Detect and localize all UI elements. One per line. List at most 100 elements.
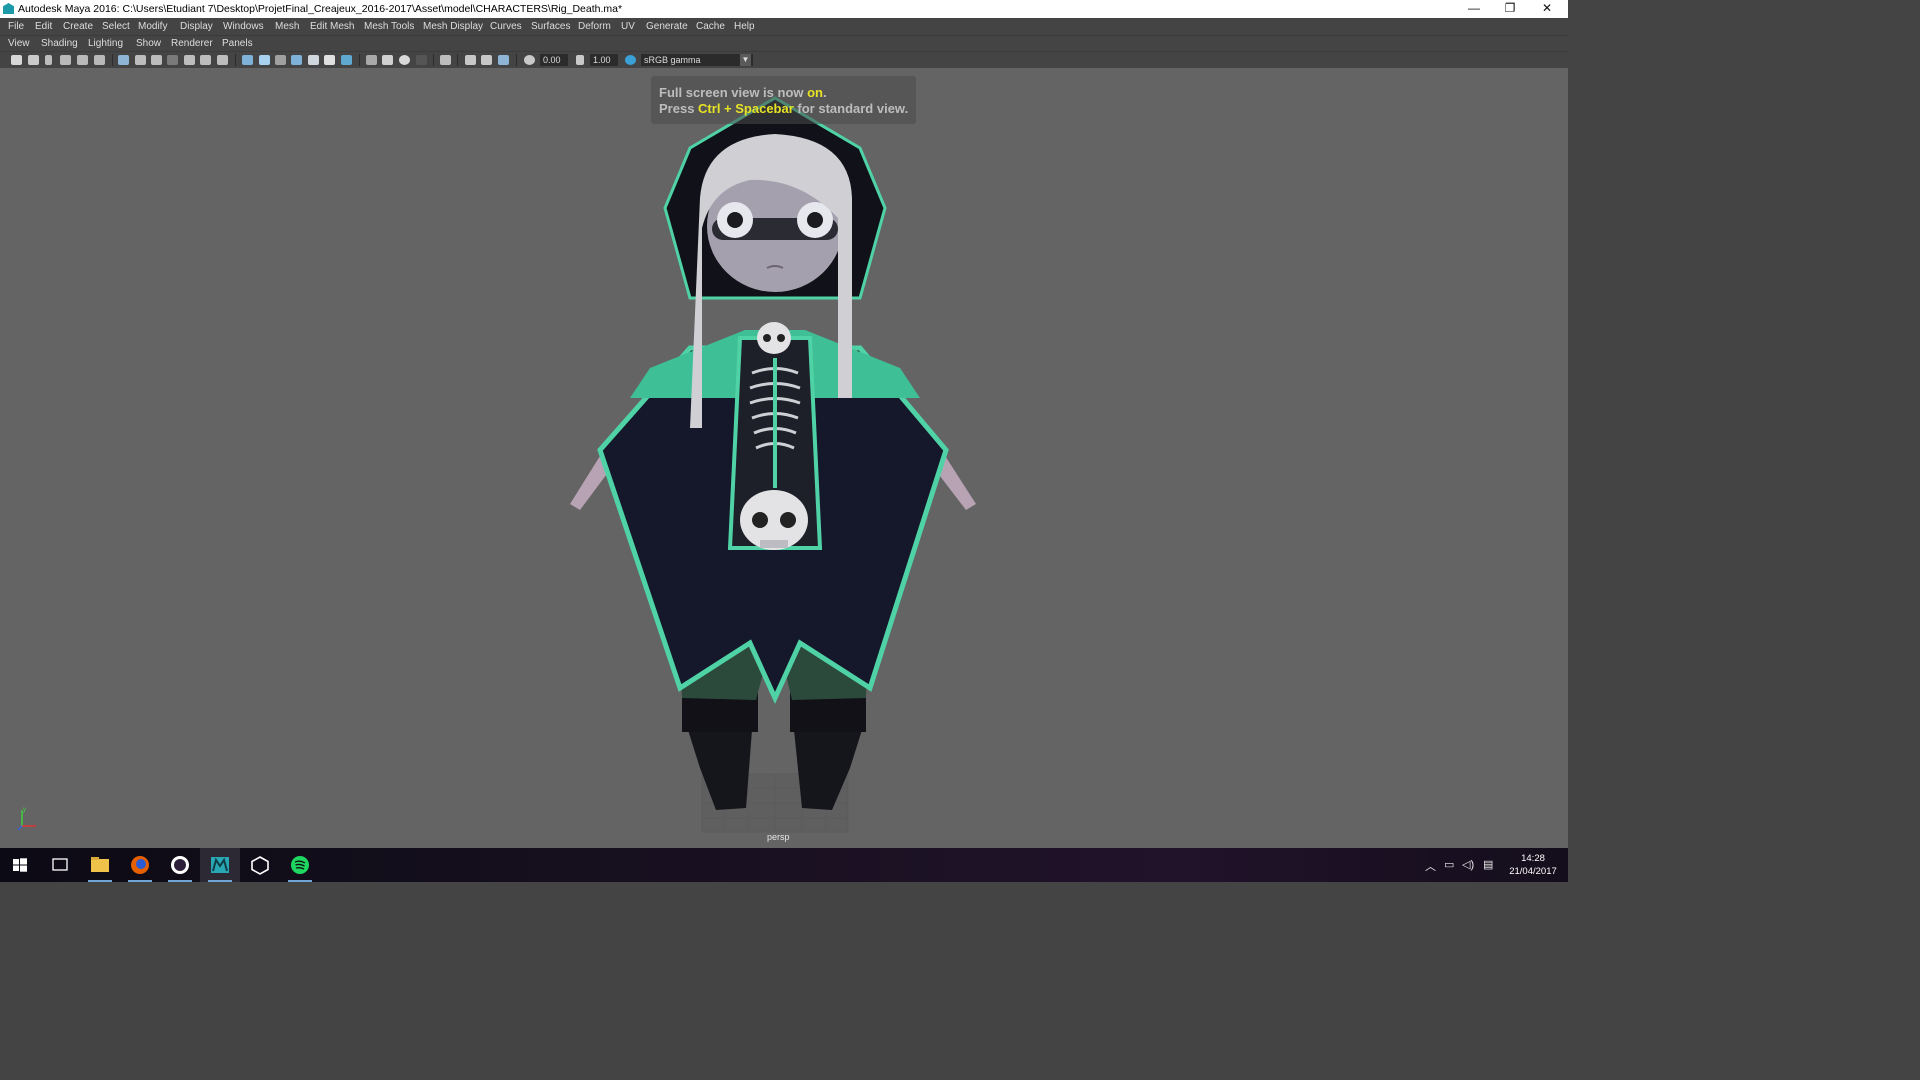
menu-edit-mesh[interactable]: Edit Mesh — [310, 18, 354, 35]
motion-blur-icon[interactable] — [382, 55, 393, 65]
view-axis-indicator: y — [17, 807, 36, 831]
textured-icon[interactable] — [308, 55, 319, 65]
menu-mesh-display[interactable]: Mesh Display — [423, 18, 483, 35]
camera-attributes-icon[interactable] — [28, 55, 39, 65]
viewport-persp[interactable]: Full screen view is now on. Press Ctrl +… — [0, 68, 1568, 848]
smooth-shade-icon[interactable] — [259, 55, 270, 65]
camera-icon[interactable] — [11, 55, 22, 65]
gamma-icon[interactable] — [576, 55, 584, 65]
toolbar-separator — [516, 54, 517, 66]
spotify-icon — [291, 856, 309, 874]
menu-mesh-tools[interactable]: Mesh Tools — [364, 18, 414, 35]
task-view-icon — [52, 858, 68, 871]
windows-taskbar: ︿ ▭ ◁) ▤ 14:28 21/04/2017 — [0, 848, 1568, 882]
bookmark-icon[interactable] — [45, 55, 52, 65]
resolution-gate-icon[interactable] — [151, 55, 162, 65]
menu-deform[interactable]: Deform — [578, 18, 611, 35]
safe-action-icon[interactable] — [200, 55, 211, 65]
start-button[interactable] — [0, 848, 40, 882]
panel-menu-show[interactable]: Show — [136, 36, 161, 52]
obs-button[interactable] — [160, 848, 200, 882]
obs-icon — [171, 856, 189, 874]
grease-pencil-icon[interactable] — [94, 55, 105, 65]
menu-modify[interactable]: Modify — [138, 18, 167, 35]
use-all-lights-icon[interactable] — [324, 55, 335, 65]
two-d-pan-icon[interactable] — [77, 55, 88, 65]
wireframe-icon[interactable] — [242, 55, 253, 65]
default-lighting-icon[interactable] — [275, 55, 286, 65]
volume-icon[interactable]: ◁) — [1462, 858, 1474, 871]
notice-text: . — [823, 85, 827, 100]
menu-surfaces[interactable]: Surfaces — [531, 18, 570, 35]
notifications-icon[interactable]: ▤ — [1483, 858, 1493, 871]
shadows-icon[interactable] — [341, 55, 352, 65]
menu-display[interactable]: Display — [180, 18, 213, 35]
menu-generate[interactable]: Generate — [646, 18, 688, 35]
panel-toolbar: 0.00 1.00 sRGB gamma ▼ — [0, 51, 1568, 69]
menu-select[interactable]: Select — [102, 18, 130, 35]
image-plane-icon[interactable] — [60, 55, 71, 65]
film-gate-icon[interactable] — [135, 55, 146, 65]
panel-menu-shading[interactable]: Shading — [41, 36, 78, 52]
task-view-button[interactable] — [40, 848, 80, 882]
unity-button[interactable] — [240, 848, 280, 882]
menu-curves[interactable]: Curves — [490, 18, 522, 35]
grid-icon[interactable] — [118, 55, 129, 65]
anti-aliasing-icon[interactable] — [399, 55, 410, 65]
firefox-button[interactable] — [120, 848, 160, 882]
xray-joints-icon[interactable] — [481, 55, 492, 65]
menu-uv[interactable]: UV — [621, 18, 635, 35]
wireframe-on-shaded-icon[interactable] — [291, 55, 302, 65]
network-icon[interactable]: ▭ — [1444, 858, 1454, 871]
panel-menu-lighting[interactable]: Lighting — [88, 36, 123, 52]
clock-time: 14:28 — [1521, 853, 1545, 864]
color-space-dropdown[interactable]: sRGB gamma ▼ — [641, 54, 753, 66]
chevron-up-icon[interactable]: ︿ — [1425, 858, 1436, 874]
chevron-down-icon[interactable]: ▼ — [740, 54, 751, 66]
menu-file[interactable]: File — [8, 18, 24, 35]
menu-windows[interactable]: Windows — [223, 18, 264, 35]
screen-space-ao-icon[interactable] — [366, 55, 377, 65]
maya-taskbar-button[interactable] — [200, 848, 240, 882]
color-space-value: sRGB gamma — [644, 55, 701, 65]
notice-shortcut: Ctrl + Spacebar — [698, 101, 794, 116]
panel-menu-panels[interactable]: Panels — [222, 36, 253, 52]
taskbar-clock[interactable]: 14:28 21/04/2017 — [1504, 852, 1562, 878]
notice-text: for standard view. — [793, 101, 909, 116]
close-button[interactable]: ✕ — [1529, 0, 1565, 18]
notice-highlight: on — [807, 85, 823, 100]
isolate-select-icon[interactable] — [440, 55, 451, 65]
exposure-icon[interactable] — [524, 55, 535, 65]
fullscreen-notice: Full screen view is now on. Press Ctrl +… — [651, 76, 916, 124]
exposure-field[interactable]: 0.00 — [540, 54, 568, 66]
panel-menu-view[interactable]: View — [8, 36, 30, 52]
toolbar-separator — [112, 54, 113, 66]
file-explorer-button[interactable] — [80, 848, 120, 882]
character-model-render[interactable] — [0, 68, 1568, 848]
menu-help[interactable]: Help — [734, 18, 755, 35]
panel-menu-renderer[interactable]: Renderer — [171, 36, 213, 52]
minimize-button[interactable]: — — [1456, 0, 1492, 18]
belt-skull — [740, 490, 808, 550]
gamma-field[interactable]: 1.00 — [590, 54, 618, 66]
panel-menu-bar: View Shading Lighting Show Renderer Pane… — [0, 35, 1568, 52]
restore-button[interactable]: ❐ — [1492, 0, 1528, 18]
depth-of-field-icon[interactable] — [416, 55, 427, 65]
color-management-icon[interactable] — [625, 55, 636, 65]
firefox-icon — [131, 856, 149, 874]
menu-cache[interactable]: Cache — [696, 18, 725, 35]
clock-date: 21/04/2017 — [1509, 866, 1557, 877]
xray-components-icon[interactable] — [498, 55, 509, 65]
xray-icon[interactable] — [465, 55, 476, 65]
notice-text: Full screen view is now — [659, 85, 808, 100]
axis-y-label: y — [23, 807, 26, 813]
windows-logo-icon — [13, 858, 27, 872]
maya-icon — [211, 857, 229, 873]
safe-title-icon[interactable] — [217, 55, 228, 65]
spotify-button[interactable] — [280, 848, 320, 882]
menu-edit[interactable]: Edit — [35, 18, 52, 35]
field-chart-icon[interactable] — [184, 55, 195, 65]
menu-mesh[interactable]: Mesh — [275, 18, 299, 35]
menu-create[interactable]: Create — [63, 18, 93, 35]
gate-mask-icon[interactable] — [167, 55, 178, 65]
